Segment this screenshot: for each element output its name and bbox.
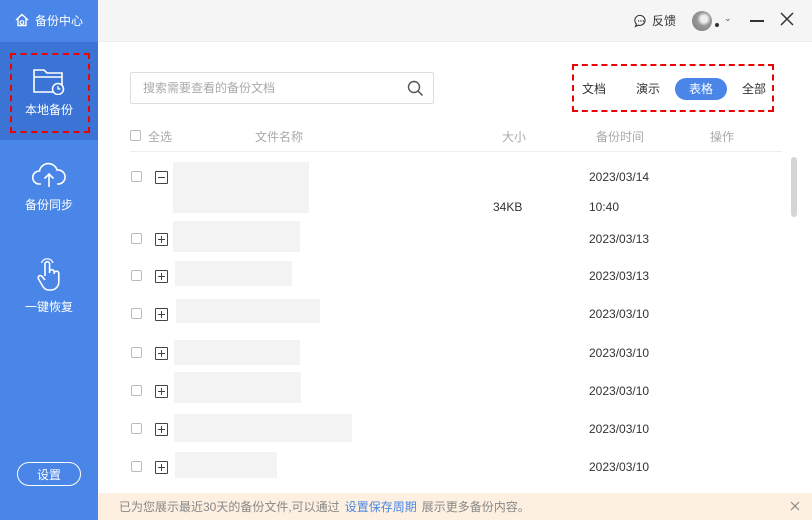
highlight-frame bbox=[10, 53, 90, 133]
file-name-placeholder bbox=[175, 452, 277, 478]
table-row[interactable]: 2023/03/13 bbox=[130, 221, 782, 253]
search-icon[interactable] bbox=[407, 80, 424, 97]
file-name-placeholder bbox=[174, 414, 352, 442]
filter-spreadsheets[interactable]: 表格 bbox=[675, 78, 727, 100]
select-all-label: 全选 bbox=[148, 130, 173, 144]
table-row[interactable]: 2023/03/13 bbox=[130, 261, 782, 289]
column-name: 文件名称 bbox=[255, 130, 304, 144]
row-date: 2023/03/10 bbox=[589, 422, 650, 436]
file-name-placeholder bbox=[175, 261, 292, 286]
close-icon[interactable] bbox=[790, 501, 800, 511]
minimize-button[interactable] bbox=[750, 20, 764, 22]
column-size: 大小 bbox=[502, 130, 527, 144]
app-brand: 备份中心 bbox=[0, 0, 98, 40]
row-date: 2023/03/13 bbox=[589, 232, 650, 246]
expand-icon[interactable] bbox=[155, 461, 168, 474]
row-date: 2023/03/14 bbox=[589, 170, 650, 184]
scrollbar[interactable] bbox=[791, 157, 797, 217]
row-date: 2023/03/10 bbox=[589, 460, 650, 474]
row-time: 10:40 bbox=[589, 200, 620, 214]
sidebar-item-local-backup[interactable]: 本地备份 bbox=[0, 42, 98, 140]
settings-button[interactable]: 设置 bbox=[17, 462, 81, 486]
table-row[interactable]: 2023/03/14 34KB 10:40 bbox=[130, 162, 782, 214]
notice-text: 已为您展示最近30天的备份文件,可以通过 bbox=[119, 500, 340, 514]
row-checkbox[interactable] bbox=[131, 423, 142, 434]
table-header: 全选 文件名称 大小 备份时间 操作 bbox=[130, 126, 782, 152]
chevron-down-icon[interactable]: ⌄ bbox=[724, 13, 732, 24]
sidebar-item-label: 备份同步 bbox=[24, 198, 73, 212]
notice-text-end: 展示更多备份内容。 bbox=[421, 500, 530, 514]
filter-all[interactable]: 全部 bbox=[740, 78, 768, 100]
row-checkbox[interactable] bbox=[131, 385, 142, 396]
row-checkbox[interactable] bbox=[131, 461, 142, 472]
row-date: 2023/03/10 bbox=[589, 307, 650, 321]
table-row[interactable]: 2023/03/10 bbox=[130, 299, 782, 327]
expand-icon[interactable] bbox=[155, 385, 168, 398]
row-checkbox[interactable] bbox=[131, 171, 142, 182]
file-name-placeholder bbox=[173, 221, 300, 252]
row-checkbox[interactable] bbox=[131, 308, 142, 319]
home-cloud-icon bbox=[15, 13, 29, 27]
row-checkbox[interactable] bbox=[131, 233, 142, 244]
feedback-label: 反馈 bbox=[652, 14, 677, 28]
feedback-button[interactable]: 反馈 bbox=[634, 12, 676, 29]
row-date: 2023/03/13 bbox=[589, 269, 650, 283]
column-backup-time: 备份时间 bbox=[596, 130, 645, 144]
file-name-placeholder bbox=[174, 340, 300, 365]
row-date: 2023/03/10 bbox=[589, 384, 650, 398]
expand-icon[interactable] bbox=[155, 270, 168, 283]
title-bar: 反馈 ⌄ bbox=[98, 0, 812, 42]
filter-presentations[interactable]: 演示 bbox=[634, 78, 662, 100]
file-name-placeholder bbox=[174, 372, 301, 403]
set-retention-link[interactable]: 设置保存周期 bbox=[345, 498, 417, 515]
sidebar-item-backup-sync[interactable]: 备份同步 bbox=[0, 160, 98, 230]
row-date: 2023/03/10 bbox=[589, 346, 650, 360]
search-box bbox=[130, 72, 434, 104]
filter-documents[interactable]: 文档 bbox=[580, 78, 608, 100]
table-row[interactable]: 2023/03/10 bbox=[130, 451, 782, 481]
search-input[interactable] bbox=[131, 73, 391, 103]
hand-pointer-icon bbox=[37, 258, 60, 291]
notice-banner: 已为您展示最近30天的备份文件,可以通过 设置保存周期 展示更多备份内容。 bbox=[98, 493, 812, 520]
collapse-icon[interactable] bbox=[155, 171, 168, 184]
app-title: 备份中心 bbox=[35, 13, 84, 28]
expand-icon[interactable] bbox=[155, 347, 168, 360]
file-type-filter: 文档 演示 表格 全部 bbox=[572, 64, 774, 112]
status-dot-icon bbox=[715, 23, 719, 27]
row-checkbox[interactable] bbox=[131, 347, 142, 358]
select-all-checkbox[interactable] bbox=[130, 130, 141, 141]
chat-bubble-icon bbox=[634, 14, 646, 28]
table-row[interactable]: 2023/03/10 bbox=[130, 339, 782, 367]
sidebar-item-label: 一键恢复 bbox=[24, 300, 73, 314]
sidebar: 备份中心 本地备份 备份同步 一键恢复 设置 bbox=[0, 0, 98, 520]
sidebar-item-one-click-restore[interactable]: 一键恢复 bbox=[0, 258, 98, 328]
cloud-upload-icon bbox=[31, 162, 66, 187]
table-row[interactable]: 2023/03/10 bbox=[130, 414, 782, 444]
row-checkbox[interactable] bbox=[131, 270, 142, 281]
avatar[interactable] bbox=[692, 11, 712, 31]
expand-icon[interactable] bbox=[155, 308, 168, 321]
close-icon[interactable] bbox=[779, 11, 795, 27]
file-name-placeholder bbox=[173, 162, 309, 213]
column-actions: 操作 bbox=[710, 130, 735, 144]
expand-icon[interactable] bbox=[155, 233, 168, 246]
expand-icon[interactable] bbox=[155, 423, 168, 436]
row-size: 34KB bbox=[493, 200, 523, 214]
file-name-placeholder bbox=[176, 299, 320, 323]
table-row[interactable]: 2023/03/10 bbox=[130, 372, 782, 404]
